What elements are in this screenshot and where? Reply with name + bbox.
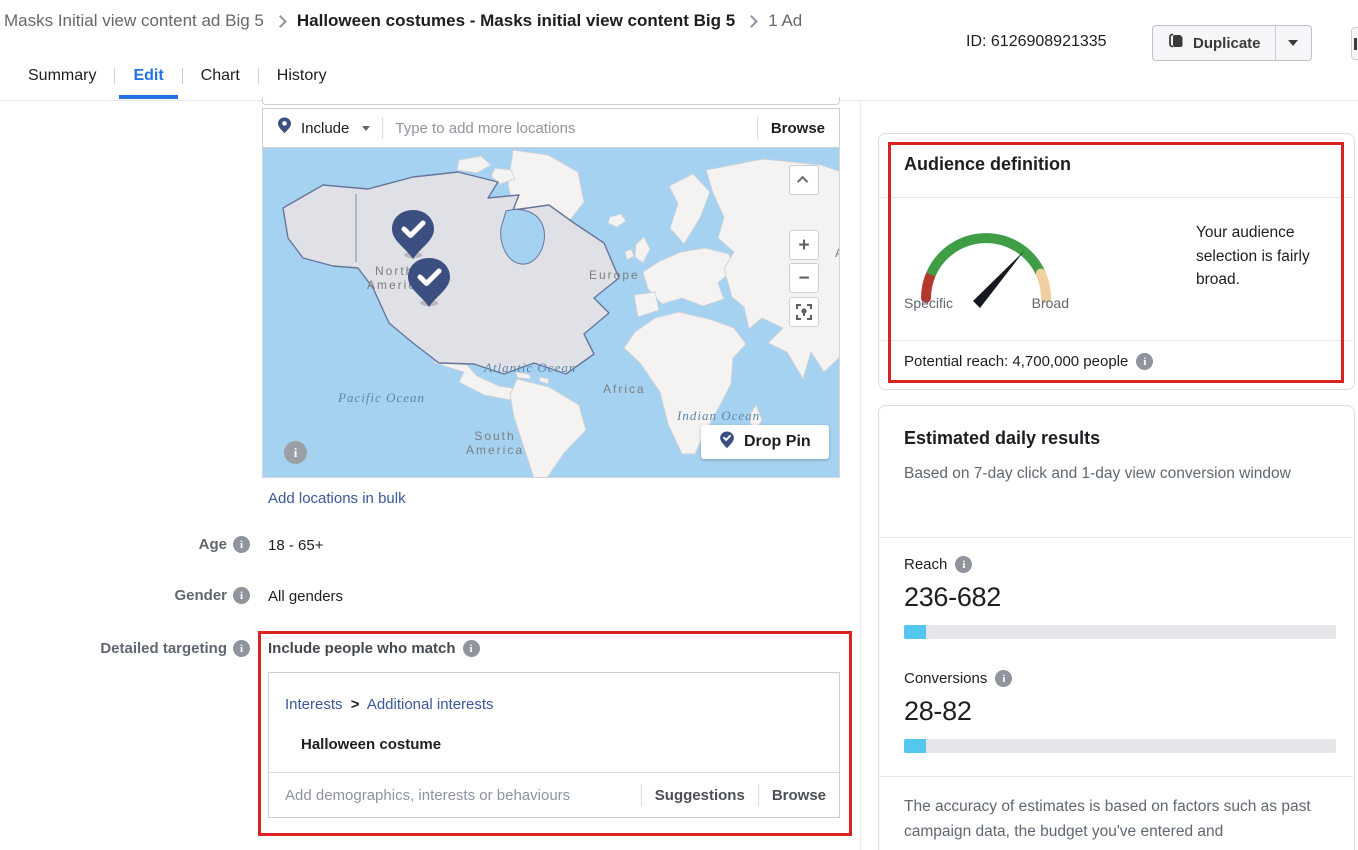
map-label-pacific-ocean: Pacific Ocean [338, 390, 425, 406]
world-map[interactable]: NorthAmerica Europe Africa SouthAmerica … [262, 148, 840, 478]
caret-down-icon [362, 126, 370, 131]
duplicate-button[interactable]: Duplicate [1153, 26, 1275, 60]
conversions-metric-label: Conversions i [904, 670, 1012, 687]
info-icon[interactable]: i [233, 640, 250, 657]
audience-broadness-message: Your audience selection is fairly broad. [1196, 221, 1346, 292]
tab-bar: Summary Edit Chart History [10, 58, 345, 94]
map-label-atlantic-ocean: Atlantic Ocean [484, 360, 576, 376]
detailed-targeting-box: Interests > Additional interests Hallowe… [268, 672, 840, 818]
location-pin-icon [277, 117, 292, 139]
locations-browse-button[interactable]: Browse [758, 120, 839, 137]
drop-pin-button-label: Drop Pin [744, 433, 811, 451]
tab-chart[interactable]: Chart [183, 58, 258, 94]
include-people-match-label: Include people who matchi [268, 640, 480, 657]
selected-location-pin-icon [390, 209, 436, 261]
drop-pin-icon [719, 431, 735, 454]
reach-metric-value: 236-682 [904, 582, 1001, 613]
additional-interests-link[interactable]: Additional interests [367, 696, 494, 713]
conversions-progress-bar [904, 739, 1336, 753]
info-icon[interactable]: i [955, 556, 972, 573]
audience-definition-title: Audience definition [904, 154, 1071, 175]
map-info-icon[interactable]: i [284, 441, 307, 464]
breadcrumb-ad-count[interactable]: 1 Ad [768, 11, 802, 31]
reach-metric-label: Reach i [904, 556, 972, 573]
card-divider [880, 340, 1353, 341]
info-icon[interactable]: i [233, 587, 250, 604]
chevron-right-icon [274, 15, 287, 28]
suggestions-button[interactable]: Suggestions [642, 787, 758, 804]
tab-edit[interactable]: Edit [115, 58, 181, 94]
locations-include-dropdown[interactable]: Include [263, 117, 382, 139]
detailed-targeting-field-label: Detailed targetingi [0, 640, 250, 657]
selected-location-pin-icon [406, 257, 452, 309]
tab-summary[interactable]: Summary [10, 58, 114, 94]
map-label-asia: Asia [835, 246, 840, 260]
ad-id-label: ID: 6126908921335 [966, 33, 1107, 51]
breadcrumb-campaign[interactable]: Masks Initial view content ad Big 5 [4, 11, 264, 31]
duplicate-options-button[interactable] [1275, 26, 1311, 60]
gauge-label-broad: Broad [1032, 295, 1069, 311]
map-label-africa: Africa [603, 382, 646, 396]
card-divider [880, 776, 1353, 777]
breadcrumb-adset[interactable]: Halloween costumes - Masks initial view … [297, 11, 735, 31]
selected-interest[interactable]: Halloween costume [301, 736, 441, 753]
map-label-indian-ocean: Indian Ocean [677, 408, 760, 424]
age-field-label: Agei [0, 536, 250, 553]
gauge-label-specific: Specific [904, 295, 953, 311]
detailed-targeting-search-input[interactable] [269, 787, 641, 804]
include-dropdown-label: Include [301, 120, 349, 137]
info-icon[interactable]: i [1136, 353, 1153, 370]
path-separator: > [351, 696, 360, 713]
reach-progress-bar [904, 625, 1336, 639]
copy-icon [1167, 32, 1185, 55]
clipped-toolbar-button[interactable] [1351, 27, 1358, 60]
breadcrumb: Masks Initial view content ad Big 5 Hall… [4, 11, 802, 31]
gauge-scale-labels: Specific Broad [904, 295, 1069, 311]
chevron-up-icon [797, 176, 808, 187]
interests-link[interactable]: Interests [285, 696, 343, 713]
drop-pin-button[interactable]: Drop Pin [701, 425, 829, 459]
locations-include-bar: Include Browse [262, 108, 840, 148]
locations-search-input[interactable] [383, 120, 756, 137]
interest-category-path: Interests > Additional interests [285, 696, 494, 713]
duplicate-button-label: Duplicate [1193, 35, 1261, 52]
detailed-targeting-input-row: Suggestions Browse [269, 772, 839, 817]
chevron-right-icon [745, 15, 758, 28]
map-label-europe: Europe [589, 268, 640, 282]
zoom-out-icon: − [798, 269, 809, 288]
estimated-results-title: Estimated daily results [904, 428, 1100, 449]
info-icon[interactable]: i [233, 536, 250, 553]
info-icon[interactable]: i [463, 640, 480, 657]
map-zoom-in-button[interactable]: + [789, 230, 819, 260]
caret-down-icon [1288, 40, 1298, 46]
info-icon[interactable]: i [995, 670, 1012, 687]
zoom-in-icon: + [798, 236, 809, 255]
estimated-results-card: Estimated daily results Based on 7-day c… [878, 405, 1355, 850]
duplicate-button-group: Duplicate [1152, 25, 1312, 61]
column-divider [860, 101, 861, 850]
age-field-value: 18 - 65+ [268, 537, 323, 554]
reach-progress-fill [904, 625, 926, 639]
card-divider [880, 197, 1353, 198]
map-zoom-out-button[interactable]: − [789, 263, 819, 293]
fit-pin-icon [796, 304, 812, 320]
conversion-window-subtitle: Based on 7-day click and 1-day view conv… [904, 461, 1338, 486]
gender-field-value: All genders [268, 588, 343, 605]
conversions-progress-fill [904, 739, 926, 753]
audience-definition-card: Audience definition Specific Broad Your … [878, 133, 1355, 390]
clipped-locations-box [262, 97, 840, 105]
map-label-south-america: SouthAmerica [466, 429, 524, 457]
conversions-metric-value: 28-82 [904, 696, 972, 727]
gender-field-label: Genderi [0, 587, 250, 604]
card-divider [880, 537, 1353, 538]
add-locations-bulk-link[interactable]: Add locations in bulk [268, 490, 406, 507]
map-pan-up-button[interactable] [789, 165, 819, 195]
estimates-disclaimer: The accuracy of estimates is based on fa… [904, 794, 1344, 844]
potential-reach: Potential reach: 4,700,000 people i [904, 353, 1153, 370]
detailed-targeting-browse-button[interactable]: Browse [759, 787, 839, 804]
ads-manager-edit-page: Masks Initial view content ad Big 5 Hall… [0, 0, 1358, 850]
tab-history[interactable]: History [259, 58, 345, 94]
map-fit-pins-button[interactable] [789, 297, 819, 327]
